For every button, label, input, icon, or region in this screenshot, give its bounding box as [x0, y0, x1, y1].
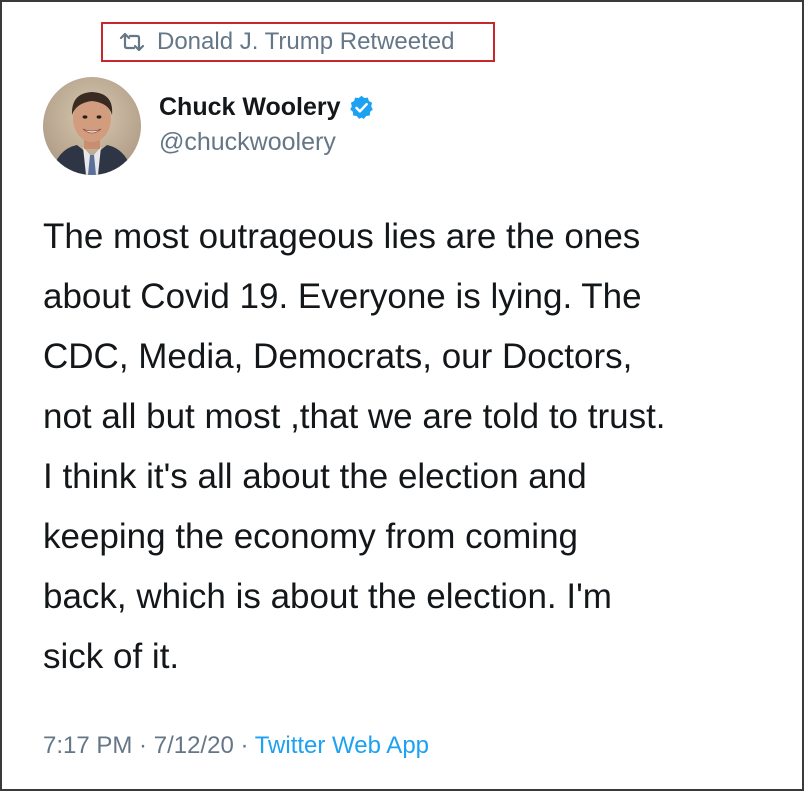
avatar[interactable]: [43, 77, 141, 175]
meta-separator: ·: [132, 732, 154, 759]
meta-separator: ·: [233, 732, 255, 759]
author-handle[interactable]: @chuckwoolery: [159, 128, 336, 157]
tweet-date[interactable]: 7/12/20: [154, 732, 234, 759]
tweet-text-line: The most outrageous lies are the ones: [43, 217, 641, 256]
tweet-text-line: sick of it.: [43, 637, 180, 676]
author-row[interactable]: Chuck Woolery: [159, 90, 375, 124]
tweet-source-link[interactable]: Twitter Web App: [255, 732, 429, 759]
tweet-time[interactable]: 7:17 PM: [43, 732, 132, 759]
tweet-metadata: 7:17 PM · 7/12/20 · Twitter Web App: [43, 732, 429, 760]
retweet-icon: [119, 32, 145, 52]
tweet-text-line: I think it's all about the election and: [43, 457, 587, 496]
tweet-text-line: not all but most ,that we are told to tr…: [43, 397, 666, 436]
tweet-text-line: about Covid 19. Everyone is lying. The: [43, 277, 642, 316]
author-display-name[interactable]: Chuck Woolery: [159, 93, 341, 122]
tweet-card: Donald J. Trump Retweeted Chuck Woolery …: [0, 0, 804, 791]
tweet-text-line: back, which is about the election. I'm: [43, 577, 612, 616]
verified-badge-icon: [348, 94, 375, 121]
tweet-text: The most outrageous lies are the ones ab…: [43, 207, 783, 687]
retweet-context[interactable]: Donald J. Trump Retweeted: [101, 22, 495, 62]
tweet-text-line: CDC, Media, Democrats, our Doctors,: [43, 337, 633, 376]
tweet-text-line: keeping the economy from coming: [43, 517, 578, 556]
retweet-label: Donald J. Trump Retweeted: [157, 28, 455, 55]
